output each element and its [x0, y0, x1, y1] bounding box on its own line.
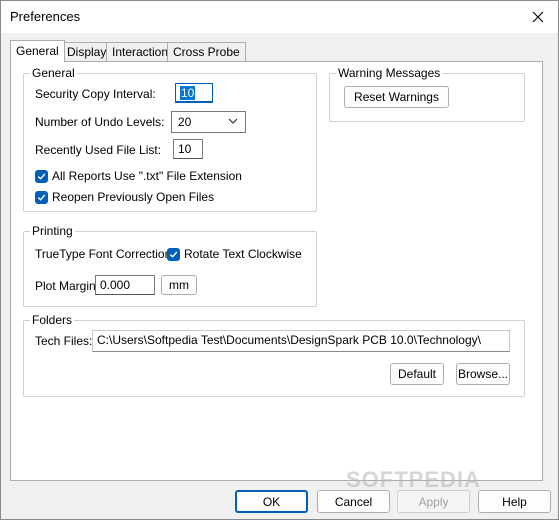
rotate-text-label: Rotate Text Clockwise [184, 247, 302, 261]
folders-group: Folders Tech Files: C:\Users\Softpedia T… [23, 313, 525, 397]
recent-files-input[interactable]: 10 [173, 139, 203, 159]
printing-group-label: Printing [30, 224, 75, 238]
units-button[interactable]: mm [161, 275, 197, 295]
security-copy-value: 10 [180, 86, 196, 100]
close-button[interactable] [518, 1, 558, 33]
recent-files-label: Recently Used File List: [35, 143, 162, 157]
tech-files-label: Tech Files: [35, 334, 93, 348]
folders-group-label: Folders [30, 313, 75, 327]
title-bar: Preferences [1, 1, 558, 33]
tab-interaction[interactable]: Interaction [106, 42, 175, 61]
checkmark-icon [35, 169, 48, 183]
undo-levels-select[interactable]: 20 [171, 111, 246, 133]
reopen-files-checkbox[interactable]: Reopen Previously Open Files [35, 190, 214, 204]
truetype-label: TrueType Font Correction: [35, 247, 175, 261]
txt-extension-label: All Reports Use ".txt" File Extension [52, 169, 242, 183]
window-title: Preferences [10, 9, 81, 24]
rotate-text-checkbox[interactable]: Rotate Text Clockwise [167, 247, 302, 261]
security-copy-label: Security Copy Interval: [35, 87, 156, 101]
checkmark-icon [35, 190, 48, 204]
warnings-group-label: Warning Messages [336, 66, 443, 80]
help-button[interactable]: Help [478, 490, 551, 513]
reopen-files-label: Reopen Previously Open Files [52, 190, 215, 204]
checkmark-icon [167, 247, 180, 261]
default-button[interactable]: Default [390, 363, 444, 385]
apply-button[interactable]: Apply [397, 490, 470, 513]
undo-levels-label: Number of Undo Levels: [35, 115, 165, 129]
chevron-down-icon [228, 118, 238, 124]
txt-extension-checkbox[interactable]: All Reports Use ".txt" File Extension [35, 169, 242, 183]
reset-warnings-button[interactable]: Reset Warnings [344, 86, 449, 108]
general-group: General Security Copy Interval: 10 Numbe… [23, 66, 317, 212]
close-icon [532, 11, 544, 23]
ok-button[interactable]: OK [235, 490, 308, 513]
security-copy-input[interactable]: 10 [175, 83, 213, 103]
general-group-label: General [30, 66, 77, 80]
warnings-group: Warning Messages Reset Warnings [329, 66, 525, 122]
printing-group: Printing TrueType Font Correction: Rotat… [23, 224, 317, 307]
tab-cross-probe[interactable]: Cross Probe [167, 42, 246, 61]
plot-margin-input[interactable]: 0.000 [95, 275, 155, 295]
undo-levels-value: 20 [178, 115, 192, 129]
tab-panel-general: General Security Copy Interval: 10 Numbe… [10, 61, 543, 481]
preferences-dialog: Preferences General Display Interaction … [0, 0, 559, 520]
tech-files-path-input[interactable]: C:\Users\Softpedia Test\Documents\Design… [92, 330, 510, 352]
browse-button[interactable]: Browse... [456, 363, 510, 385]
plot-margin-label: Plot Margin: [35, 279, 100, 293]
tab-display[interactable]: Display [61, 42, 113, 61]
cancel-button[interactable]: Cancel [317, 490, 390, 513]
tab-general[interactable]: General [10, 40, 65, 62]
